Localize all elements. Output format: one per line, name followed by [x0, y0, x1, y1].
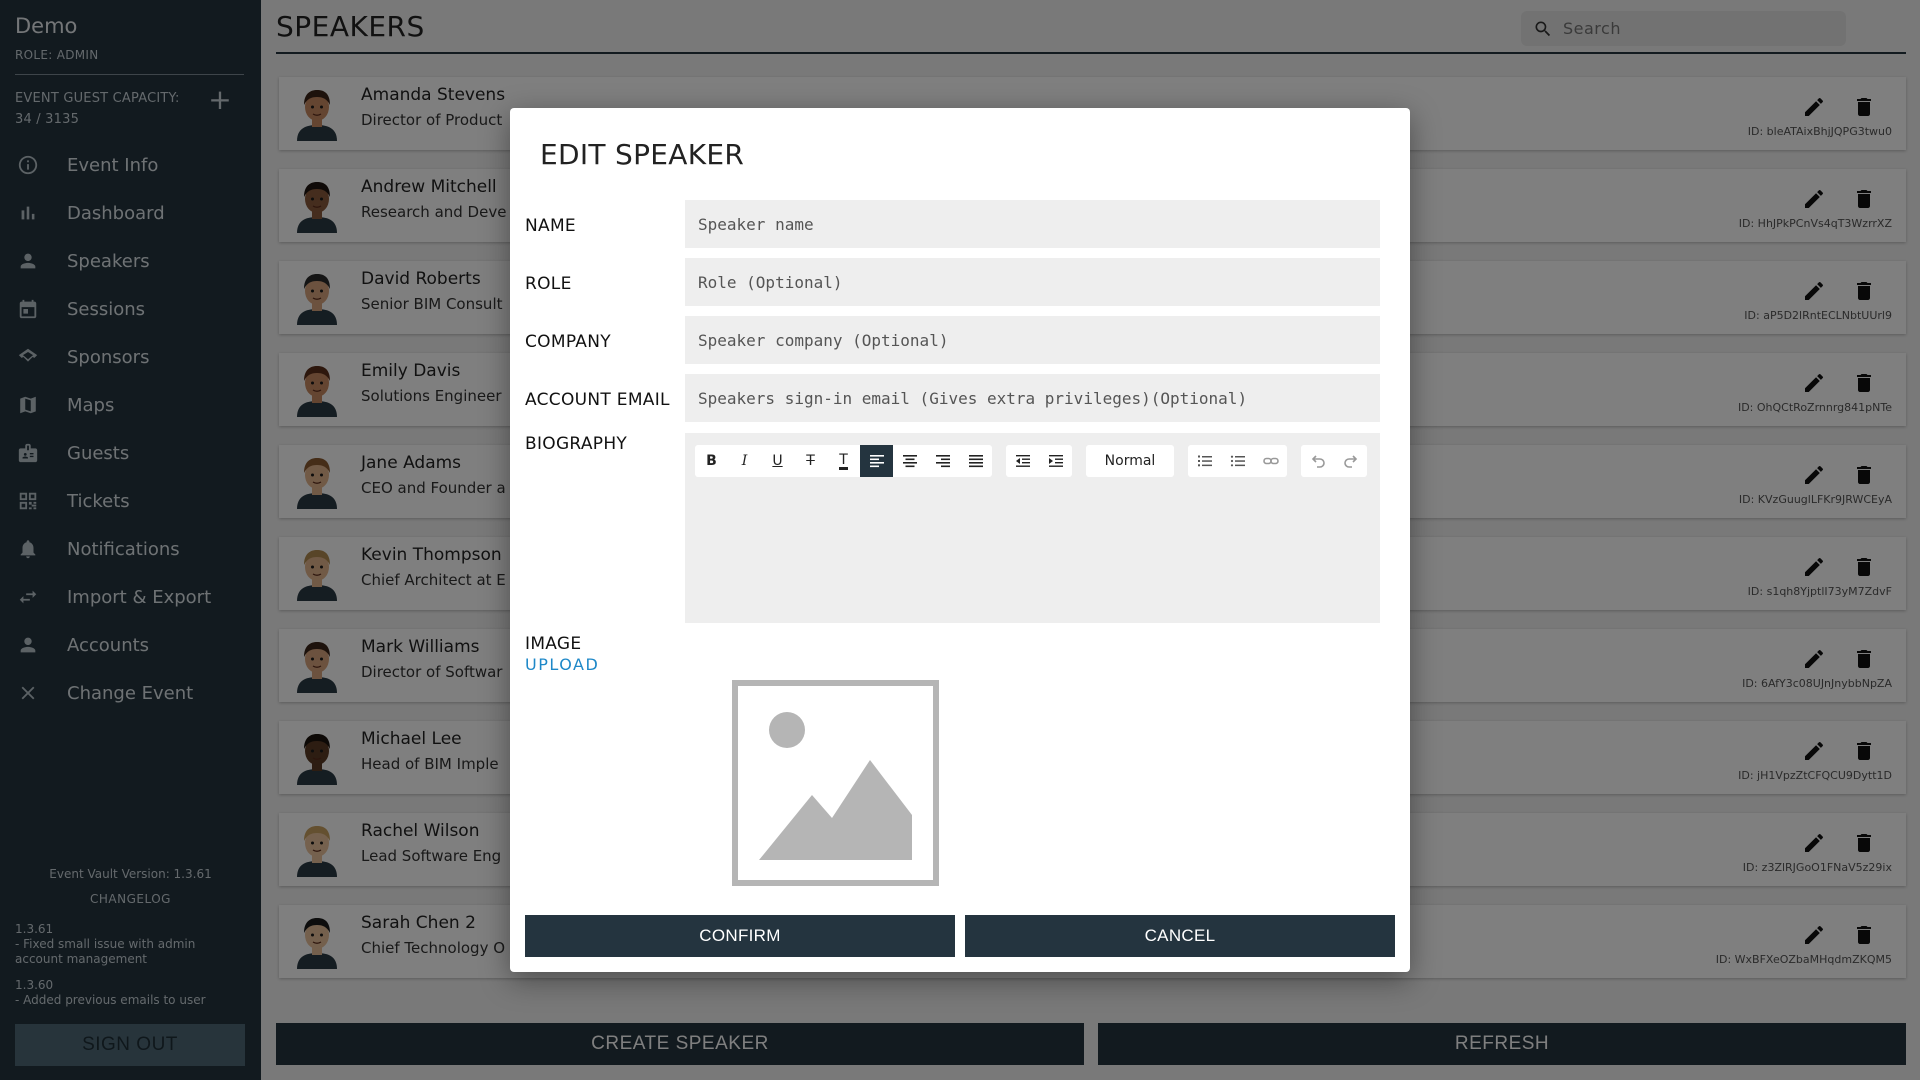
confirm-button[interactable]: CONFIRM	[525, 915, 955, 957]
italic-icon[interactable]: I	[728, 445, 761, 477]
redo-icon[interactable]	[1334, 445, 1367, 477]
bold-icon[interactable]: B	[695, 445, 728, 477]
undo-icon[interactable]	[1301, 445, 1334, 477]
link-icon[interactable]	[1254, 445, 1287, 477]
edit-speaker-dialog: EDIT SPEAKER NAME ROLE COMPANY ACCOUNT E…	[510, 108, 1410, 972]
role-label: ROLE	[525, 274, 572, 294]
cancel-button[interactable]: CANCEL	[965, 915, 1395, 957]
account-email-input[interactable]	[685, 374, 1380, 422]
bullet-list-icon[interactable]	[1221, 445, 1254, 477]
strikethrough-icon[interactable]: T	[794, 445, 827, 477]
toolbar-group-text-style: B I U T T	[695, 445, 992, 477]
align-left-icon[interactable]	[860, 445, 893, 477]
name-label: NAME	[525, 216, 576, 236]
image-label: IMAGE	[525, 634, 582, 654]
align-center-icon[interactable]	[893, 445, 926, 477]
numbered-list-icon[interactable]	[1188, 445, 1221, 477]
indent-icon[interactable]	[1039, 445, 1072, 477]
toolbar-group-lists	[1188, 445, 1287, 477]
editor-toolbar: B I U T T Normal	[695, 445, 1381, 477]
format-select[interactable]: Normal	[1086, 445, 1174, 477]
align-justify-icon[interactable]	[959, 445, 992, 477]
toolbar-group-indent	[1006, 445, 1072, 477]
clear-format-icon[interactable]: T	[827, 445, 860, 477]
upload-button[interactable]: UPLOAD	[525, 655, 599, 674]
align-right-icon[interactable]	[926, 445, 959, 477]
underline-icon[interactable]: U	[761, 445, 794, 477]
company-label: COMPANY	[525, 332, 611, 352]
biography-label: BIOGRAPHY	[525, 434, 628, 454]
toolbar-group-history	[1301, 445, 1367, 477]
outdent-icon[interactable]	[1006, 445, 1039, 477]
company-input[interactable]	[685, 316, 1380, 364]
image-placeholder-icon	[732, 680, 939, 886]
role-input[interactable]	[685, 258, 1380, 306]
account-email-label: ACCOUNT EMAIL	[525, 390, 670, 410]
biography-editor[interactable]: B I U T T Normal	[685, 433, 1380, 623]
name-input[interactable]	[685, 200, 1380, 248]
dialog-title: EDIT SPEAKER	[540, 138, 745, 171]
